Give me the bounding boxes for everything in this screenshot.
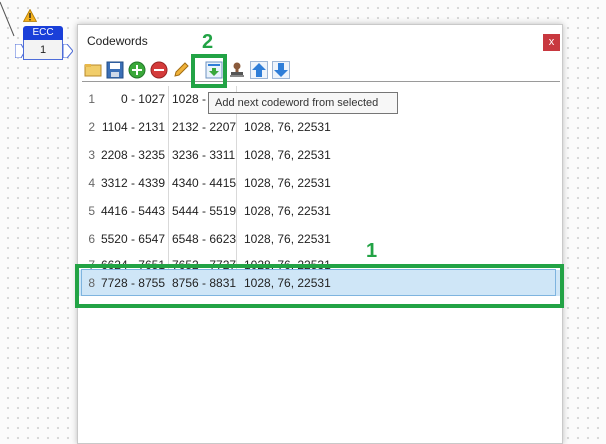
stamp-icon[interactable] <box>228 61 246 79</box>
row-subrange: 6548 - 6623 <box>172 232 237 246</box>
row-number: 4 <box>88 176 95 190</box>
save-icon[interactable] <box>106 61 124 79</box>
row-range: 5520 - 6547 <box>100 232 165 246</box>
row-subrange: 3236 - 3311 <box>172 148 236 162</box>
codewords-dialog: Codewords x 1 0 - 1027 1028 - 2 1104 - 2… <box>77 24 563 444</box>
row-number: 5 <box>88 204 95 218</box>
row-params: 1028, 76, 22531 <box>244 232 331 246</box>
row-range: 2208 - 3235 <box>100 148 165 162</box>
tooltip: Add next codeword from selected <box>208 92 398 114</box>
move-down-icon[interactable] <box>272 61 290 79</box>
graph-canvas[interactable]: ECC 1 Codewords x 1 0 - 1027 1028 - 2 11… <box>0 0 606 444</box>
list-item[interactable]: 3 2208 - 3235 3236 - 3311 1028, 76, 2253… <box>78 142 562 168</box>
row-range: 3312 - 4339 <box>100 176 165 190</box>
node-value: 1 <box>23 40 63 60</box>
row-subrange: 4340 - 4415 <box>172 176 237 190</box>
row-params: 1028, 76, 22531 <box>244 176 331 190</box>
annotation-label-2: 2 <box>202 31 214 53</box>
list-item[interactable]: 5 4416 - 5443 5444 - 5519 1028, 76, 2253… <box>78 198 562 224</box>
list-item[interactable]: 6 5520 - 6547 6548 - 6623 1028, 76, 2253… <box>78 226 562 252</box>
list-item[interactable]: 4 3312 - 4339 4340 - 4415 1028, 76, 2253… <box>78 170 562 196</box>
row-range: 0 - 1027 <box>120 92 165 106</box>
list-item[interactable]: 2 1104 - 2131 2132 - 2207 1028, 76, 2253… <box>78 114 562 140</box>
toolbar-divider <box>82 81 560 82</box>
row-range: 1104 - 2131 <box>101 120 165 134</box>
row-subrange: 1028 - <box>172 92 207 106</box>
ecc-node[interactable]: ECC 1 <box>13 26 73 64</box>
row-number: 6 <box>88 232 95 246</box>
row-subrange: 2132 - 2207 <box>172 120 237 134</box>
move-up-icon[interactable] <box>250 61 268 79</box>
warning-icon <box>23 9 37 22</box>
dialog-title: Codewords <box>87 34 148 48</box>
edit-icon[interactable] <box>172 61 190 79</box>
row-subrange: 5444 - 5519 <box>172 204 237 218</box>
row-number: 2 <box>88 120 95 134</box>
row-number: 3 <box>88 148 95 162</box>
output-port-icon[interactable] <box>63 44 73 58</box>
add-icon[interactable] <box>128 61 146 79</box>
row-params: 1028, 76, 22531 <box>244 148 331 162</box>
annotation-box-1 <box>75 264 564 308</box>
row-params: 1028, 76, 22531 <box>244 120 331 134</box>
close-button[interactable]: x <box>543 34 560 51</box>
open-folder-icon[interactable] <box>84 61 102 79</box>
remove-icon[interactable] <box>150 61 168 79</box>
row-params: 1028, 76, 22531 <box>244 204 331 218</box>
row-number: 1 <box>88 92 95 106</box>
annotation-label-1: 1 <box>366 240 378 262</box>
row-range: 4416 - 5443 <box>100 204 165 218</box>
annotation-box-2 <box>191 54 227 88</box>
node-title: ECC <box>23 26 63 40</box>
